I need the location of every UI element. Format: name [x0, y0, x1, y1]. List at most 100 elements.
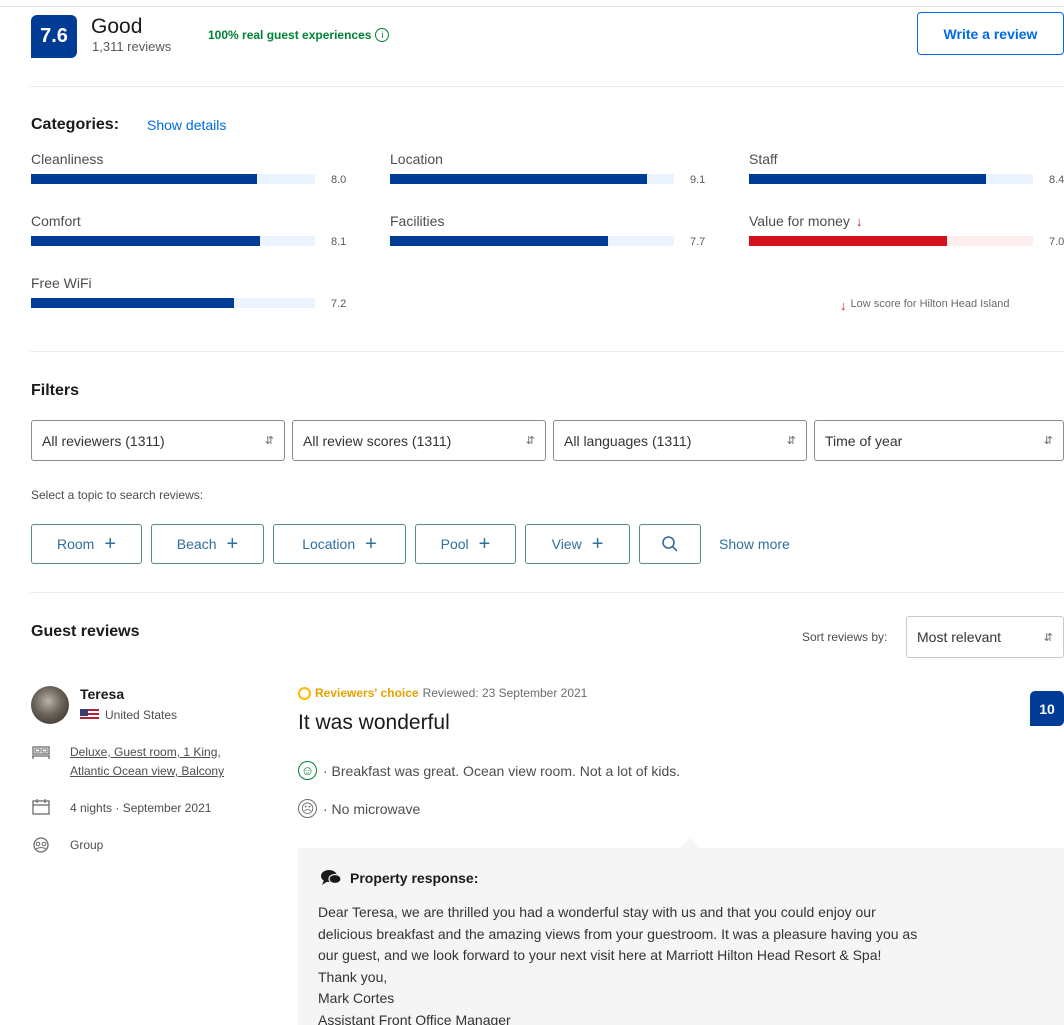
topic-chip-beach[interactable]: Beach +: [151, 524, 264, 564]
smile-icon: ☺: [298, 761, 317, 780]
topic-chip-view[interactable]: View +: [525, 524, 630, 564]
negative-text: · No microwave: [323, 800, 421, 817]
category-score: 7.0: [1049, 236, 1064, 248]
category-label: Location: [390, 151, 443, 167]
topic-chip-location[interactable]: Location +: [273, 524, 406, 564]
review-count: 1,311 reviews: [92, 39, 172, 54]
overall-score-badge: 7.6: [31, 15, 77, 58]
positive-feedback: ☺ · Breakfast was great. Ocean view room…: [298, 761, 680, 780]
category-bar-track: [390, 174, 674, 184]
property-response-header: Property response:: [320, 869, 478, 887]
country-label: United States: [105, 708, 178, 722]
review-scores-select[interactable]: All review scores (1311) ⇵: [292, 420, 546, 461]
room-type-line: Atlantic Ocean view, Balcony: [70, 764, 225, 778]
frown-icon: ☹: [298, 799, 317, 818]
select-arrows-icon: ⇵: [786, 435, 796, 447]
topic-label: Pool: [440, 536, 469, 552]
guest-reviews-title: Guest reviews: [31, 623, 140, 640]
top-divider: [0, 6, 1064, 7]
category-bar-fill: [390, 236, 608, 246]
category-label: Value for money ↓: [749, 213, 862, 229]
response-line: Thank you,: [318, 968, 388, 985]
review-title: It was wonderful: [298, 711, 450, 734]
response-line: Dear Teresa, we are thrilled you had a w…: [318, 904, 876, 920]
languages-select[interactable]: All languages (1311) ⇵: [553, 420, 807, 461]
info-icon[interactable]: i: [375, 28, 390, 42]
category-score: 8.4: [1049, 174, 1064, 186]
category-label: Free WiFi: [31, 275, 92, 291]
select-arrows-icon: ⇵: [1043, 435, 1053, 447]
category-bar-track: [390, 236, 674, 246]
time-of-year-select-value: Time of year: [825, 432, 903, 449]
category-label: Cleanliness: [31, 151, 103, 167]
review-scores-select-value: All review scores (1311): [303, 432, 452, 449]
reviewed-date: Reviewed: 23 September 2021: [422, 686, 588, 700]
plus-icon: +: [591, 533, 604, 555]
sort-select[interactable]: Most relevant ⇵: [906, 616, 1064, 658]
languages-select-value: All languages (1311): [564, 432, 692, 449]
topic-label: Location: [302, 536, 356, 552]
response-line: our guest, and we look forward to your n…: [318, 947, 882, 963]
category-bar-track: [749, 236, 1033, 246]
category-score: 8.0: [331, 174, 347, 186]
topic-label: View: [551, 536, 582, 552]
low-score-text: Low score for Hilton Head Island: [850, 298, 1010, 310]
filters-title: Filters: [31, 382, 80, 399]
category-label: Facilities: [390, 213, 444, 229]
category-score: 9.1: [690, 174, 706, 186]
response-pointer: [680, 838, 700, 848]
topic-search-button[interactable]: [639, 524, 701, 564]
room-type-line: Deluxe, Guest room, 1 King,: [70, 745, 221, 759]
divider: [30, 86, 1064, 87]
select-arrows-icon: ⇵: [264, 435, 274, 447]
reviewers-choice-label: Reviewers' choice: [315, 686, 419, 700]
stay-duration: 4 nights · September 2021: [70, 801, 212, 815]
category-name: Free WiFi: [31, 275, 92, 291]
topic-label: Beach: [176, 536, 217, 552]
negative-feedback: ☹ · No microwave: [298, 799, 420, 818]
reviewers-select-value: All reviewers (1311): [42, 432, 165, 449]
write-review-button[interactable]: Write a review: [917, 12, 1064, 55]
category-label: Staff: [749, 151, 778, 167]
category-score: 7.2: [331, 298, 347, 310]
response-line: Mark Cortes: [318, 990, 395, 1006]
medal-icon: [298, 686, 311, 700]
review-score-badge: 10: [1030, 691, 1064, 726]
down-arrow-icon: ↓: [840, 298, 847, 313]
review-meta-line: Reviewers' choice Reviewed: 23 September…: [298, 686, 587, 700]
show-more-link[interactable]: Show more: [719, 536, 790, 552]
us-flag-icon: [80, 709, 99, 721]
down-arrow-icon: ↓: [855, 213, 863, 229]
low-score-note: ↓ Low score for Hilton Head Island: [840, 298, 1009, 313]
time-of-year-select[interactable]: Time of year ⇵: [814, 420, 1064, 461]
category-bar-fill: [31, 174, 257, 184]
category-score: 7.7: [690, 236, 706, 248]
category-bar-track: [31, 236, 315, 246]
real-guest-experiences[interactable]: 100% real guest experiences i: [208, 28, 390, 42]
reviewer-name: Teresa: [80, 686, 125, 702]
categories-title: Categories:: [31, 116, 120, 133]
room-type-link[interactable]: Deluxe, Guest room, 1 King, Atlantic Oce…: [70, 743, 224, 781]
select-arrows-icon: ⇵: [525, 435, 535, 447]
topic-caption: Select a topic to search reviews:: [31, 488, 204, 502]
plus-icon: +: [226, 533, 239, 555]
traveler-type: Group: [70, 838, 104, 852]
show-details-link[interactable]: Show details: [147, 117, 226, 133]
bed-icon: [32, 746, 50, 759]
topic-chip-pool[interactable]: Pool +: [415, 524, 516, 564]
reviewers-select[interactable]: All reviewers (1311) ⇵: [31, 420, 285, 461]
response-line: Assistant Front Office Manager: [318, 1011, 511, 1025]
reviewers-choice-badge: Reviewers' choice: [298, 686, 419, 700]
category-bar-track: [749, 174, 1033, 184]
category-name: Cleanliness: [31, 151, 104, 167]
response-line: delicious breakfast and the amazing view…: [318, 925, 918, 942]
select-arrows-icon: ⇵: [1043, 631, 1053, 644]
property-response-title: Property response:: [350, 870, 479, 886]
category-name: Comfort: [31, 213, 81, 229]
score-word: Good: [91, 15, 143, 38]
plus-icon: +: [365, 533, 377, 555]
topic-chip-room[interactable]: Room +: [31, 524, 142, 564]
avatar: [31, 686, 69, 724]
category-label: Comfort: [31, 213, 81, 229]
sort-select-value: Most relevant: [917, 629, 1002, 645]
